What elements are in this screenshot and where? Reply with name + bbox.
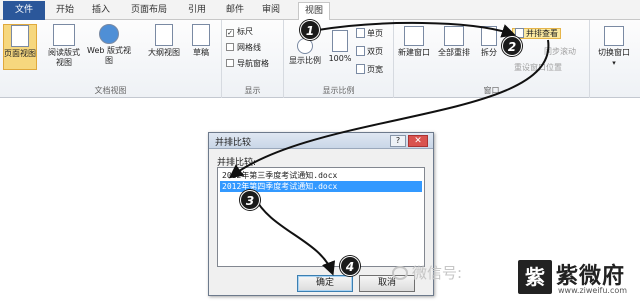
arrow-1-to-2: [317, 21, 516, 38]
arrow-2-to-3: [228, 39, 550, 179]
brand-logo: 紫 紫微府 www.ziweifu.com: [518, 256, 638, 300]
watermark: 微信号:: [392, 262, 462, 283]
step-badge-3: 3: [240, 190, 260, 210]
logo-mark: 紫: [518, 260, 552, 294]
step-badge-4: 4: [340, 256, 360, 276]
logo-url: www.ziweifu.com: [558, 286, 628, 295]
arrow-3-to-4: [253, 195, 336, 276]
step-badge-2: 2: [502, 36, 522, 56]
step-badge-1: 1: [300, 20, 320, 40]
chat-icon: [392, 266, 408, 280]
